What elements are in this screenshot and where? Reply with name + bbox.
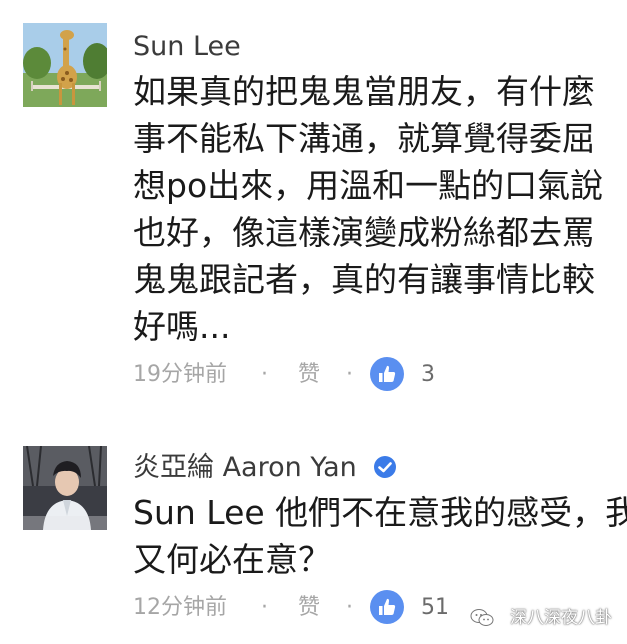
- comment-time: 12分钟前: [133, 595, 227, 620]
- comment-body-line: 好嗎...: [133, 307, 231, 346]
- comment-body-line: 想po出來，用溫和一點的口氣說: [133, 166, 604, 205]
- wechat-logo-icon: [470, 609, 494, 626]
- mention-link[interactable]: Sun Lee: [133, 493, 265, 532]
- comment-time: 19分钟前: [133, 362, 227, 387]
- comment-body-line: 鬼鬼跟記者，真的有讓事情比較: [133, 260, 595, 299]
- comment-body: 如果真的把鬼鬼當朋友，有什麼 事不能私下溝通，就算覺得委屈 想po出來，用溫和一…: [133, 68, 603, 350]
- like-count: 3: [421, 362, 435, 387]
- watermark-text: 深八深夜八卦: [510, 608, 612, 628]
- avatar[interactable]: [23, 23, 107, 107]
- verified-check-icon: [374, 456, 397, 478]
- avatar[interactable]: [23, 446, 107, 530]
- meta-separator: ·: [261, 595, 268, 620]
- giraffe-photo: [23, 23, 107, 107]
- like-button[interactable]: 赞: [298, 357, 320, 393]
- comment-body-line: 如果真的把鬼鬼當朋友，有什麼: [133, 72, 595, 111]
- comment-body-line: 也好，像這樣演變成粉絲都去罵: [133, 213, 595, 252]
- comment-body: Sun Lee 他們不在意我的感受，我 又何必在意？: [133, 489, 627, 583]
- like-count: 51: [421, 595, 449, 620]
- comment-body-line: Sun Lee 他們不在意我的感受，我: [133, 489, 627, 536]
- comment-author-name: 炎亞綸 Aaron Yan: [133, 452, 357, 483]
- person-photo: [23, 446, 107, 530]
- comment-body-line: 事不能私下溝通，就算覺得委屈: [133, 119, 595, 158]
- like-button[interactable]: 赞: [298, 590, 320, 626]
- thumbs-up-icon[interactable]: [370, 357, 404, 391]
- meta-separator: ·: [261, 362, 268, 387]
- comment-author[interactable]: Sun Lee: [133, 30, 241, 64]
- thumbs-up-icon[interactable]: [370, 590, 404, 624]
- comment-author[interactable]: 炎亞綸 Aaron Yan: [133, 451, 397, 485]
- meta-separator: ·: [346, 362, 353, 387]
- meta-separator: ·: [346, 595, 353, 620]
- comment-body-line: 又何必在意？: [133, 540, 331, 579]
- comment-body-text: 他們不在意我的感受，我: [264, 493, 627, 532]
